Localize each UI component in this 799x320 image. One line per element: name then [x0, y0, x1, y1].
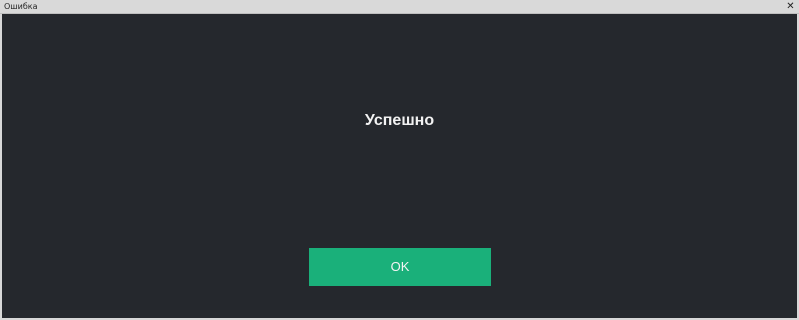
- ok-button[interactable]: OK: [309, 248, 491, 286]
- status-message: Успешно: [364, 112, 435, 129]
- title-bar[interactable]: Ошибка ✕: [0, 0, 799, 14]
- window-title: Ошибка: [4, 2, 38, 11]
- dialog-content: Успешно OK: [2, 14, 797, 318]
- dialog-window: Ошибка ✕ Успешно OK: [0, 0, 799, 320]
- close-icon[interactable]: ✕: [785, 0, 796, 13]
